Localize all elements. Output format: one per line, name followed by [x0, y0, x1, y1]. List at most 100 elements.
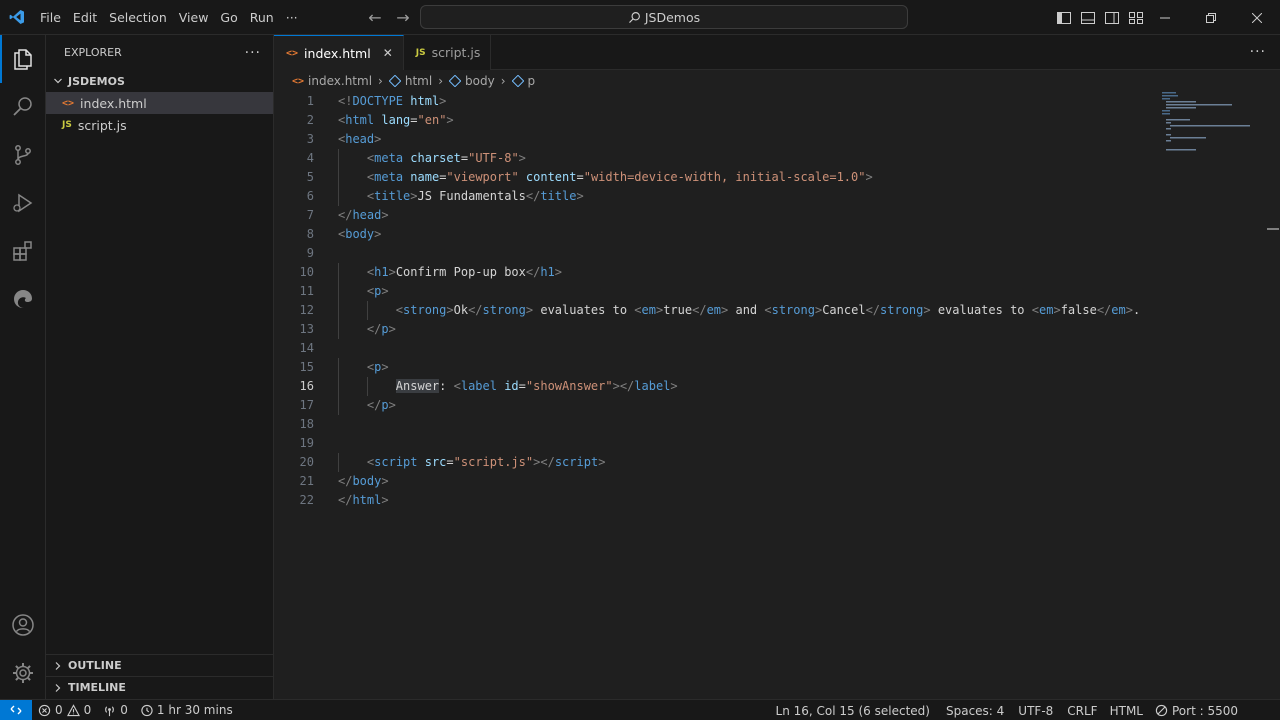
search-icon — [13, 97, 32, 116]
code-token: : — [439, 379, 454, 393]
code-line[interactable]: 3 <head> — [274, 130, 1280, 149]
manage-activity[interactable] — [0, 649, 46, 697]
ports-indicator[interactable]: 0 — [97, 700, 134, 720]
code-line[interactable]: 22 </html> — [274, 491, 1280, 510]
editor-more-actions[interactable]: ··· — [1250, 35, 1266, 70]
source-control-icon — [15, 145, 31, 165]
tab-script-js[interactable]: JS script.js — [403, 35, 492, 70]
breadcrumb-item-p[interactable]: p — [528, 74, 536, 88]
window-controls — [1142, 0, 1280, 35]
code-line[interactable]: 9 — [274, 244, 1280, 263]
run-debug-activity[interactable] — [0, 179, 46, 227]
code-line[interactable]: 7 </head> — [274, 206, 1280, 225]
code-editor[interactable]: 1 <!DOCTYPE html> 2 <html lang="en"> 3 <head>… — [274, 92, 1280, 510]
file-item-script-js[interactable]: JS script.js — [46, 114, 273, 136]
remote-indicator[interactable] — [0, 699, 32, 720]
code-line[interactable]: 21 </body> — [274, 472, 1280, 491]
code-line[interactable]: 6 <title>JS Fundamentals</title> — [274, 187, 1280, 206]
code-line[interactable]: 12 <strong>Ok</strong> evaluates to <em>… — [274, 301, 1280, 320]
breadcrumb-item-file[interactable]: index.html — [308, 74, 372, 88]
code-text: <body> — [338, 225, 381, 244]
toggle-panel-icon[interactable] — [1080, 10, 1096, 26]
code-line[interactable]: 4 <meta charset="UTF-8"> — [274, 149, 1280, 168]
code-token: lang — [381, 113, 411, 127]
outline-section[interactable]: OUTLINE — [46, 654, 274, 676]
restore-button[interactable] — [1188, 0, 1234, 35]
code-line[interactable]: 10 <h1>Confirm Pop-up box</h1> — [274, 263, 1280, 282]
menu-more[interactable]: ··· — [280, 0, 304, 35]
code-token: > — [439, 94, 447, 108]
code-token: > — [388, 398, 396, 412]
element-icon — [511, 75, 524, 87]
explorer-title: EXPLORER — [64, 46, 122, 59]
indentation[interactable]: Spaces: 4 — [936, 700, 1010, 720]
timeline-section[interactable]: TIMELINE — [46, 676, 274, 698]
live-server-icon — [1155, 704, 1168, 717]
code-line[interactable]: 14 — [274, 339, 1280, 358]
code-text: <!DOCTYPE html> — [338, 92, 446, 111]
code-line[interactable]: 19 — [274, 434, 1280, 453]
menu-selection[interactable]: Selection — [103, 0, 173, 35]
go-back-icon[interactable]: ← — [366, 8, 384, 27]
code-line[interactable]: 15 <p> — [274, 358, 1280, 377]
code-token: < — [634, 303, 642, 317]
time-tracker[interactable]: 1 hr 30 mins — [134, 700, 239, 720]
edge-devtools-activity[interactable] — [0, 275, 46, 323]
line-number: 3 — [306, 132, 314, 146]
code-line[interactable]: 11 <p> — [274, 282, 1280, 301]
code-token: title — [540, 189, 577, 203]
code-line[interactable]: 1 <!DOCTYPE html> — [274, 92, 1280, 111]
editor-tabs: <> index.html ✕ JS script.js ··· — [274, 35, 1280, 70]
menu-file[interactable]: File — [34, 0, 67, 35]
explorer-more-actions[interactable]: ··· — [245, 45, 261, 61]
source-control-activity[interactable] — [0, 131, 46, 179]
menu-edit[interactable]: Edit — [67, 0, 103, 35]
command-center-search[interactable]: JSDemos — [420, 5, 908, 29]
cursor-position[interactable]: Ln 16, Col 15 (6 selected) — [770, 700, 936, 720]
breadcrumb-item-body[interactable]: body — [465, 74, 495, 88]
menu-go[interactable]: Go — [214, 0, 243, 35]
accounts-activity[interactable] — [0, 601, 46, 649]
menu-bar: File Edit Selection View Go Run ··· — [34, 0, 304, 35]
live-server-port[interactable]: Port : 5500 — [1149, 700, 1280, 720]
menu-run[interactable]: Run — [244, 0, 280, 35]
breadcrumb-item-html[interactable]: html — [405, 74, 432, 88]
tab-index-html[interactable]: <> index.html ✕ — [274, 35, 404, 70]
code-token: id — [504, 379, 519, 393]
close-tab-icon[interactable]: ✕ — [383, 46, 393, 60]
file-item-index-html[interactable]: <> index.html — [46, 92, 273, 114]
toggle-primary-sidebar-icon[interactable] — [1056, 10, 1072, 26]
end-of-line[interactable]: CRLF — [1059, 700, 1103, 720]
encoding[interactable]: UTF-8 — [1010, 700, 1059, 720]
code-token: <! — [338, 94, 353, 108]
minimap[interactable] — [1162, 92, 1262, 152]
code-token: < — [764, 303, 772, 317]
code-line[interactable]: 17 </p> — [274, 396, 1280, 415]
code-line[interactable]: 2 <html lang="en"> — [274, 111, 1280, 130]
menu-view[interactable]: View — [173, 0, 215, 35]
remote-icon — [10, 705, 22, 715]
language-mode[interactable]: HTML — [1104, 700, 1149, 720]
go-forward-icon[interactable]: → — [394, 8, 412, 27]
explorer-activity[interactable] — [0, 35, 46, 83]
code-line[interactable]: 16 Answer: <label id="showAnswer"></labe… — [274, 377, 1280, 396]
code-token: "en" — [417, 113, 447, 127]
files-icon — [14, 49, 32, 70]
code-line[interactable]: 5 <meta name="viewport" content="width=d… — [274, 168, 1280, 187]
code-line[interactable]: 8 <body> — [274, 225, 1280, 244]
folder-jsdemos[interactable]: JSDEMOS — [46, 70, 273, 92]
code-token: </ — [525, 265, 541, 279]
extensions-activity[interactable] — [0, 227, 46, 275]
minimize-button[interactable] — [1142, 0, 1188, 35]
code-line[interactable]: 20 <script src="script.js"></script> — [274, 453, 1280, 472]
code-line[interactable]: 13 </p> — [274, 320, 1280, 339]
problems-indicator[interactable]: 0 0 — [32, 700, 97, 720]
html-file-icon: <> — [292, 75, 305, 87]
code-token: meta — [374, 170, 404, 184]
code-line[interactable]: 18 — [274, 415, 1280, 434]
close-window-button[interactable] — [1234, 0, 1280, 35]
line-number: 20 — [299, 455, 314, 469]
search-activity[interactable] — [0, 83, 46, 131]
toggle-secondary-sidebar-icon[interactable] — [1104, 10, 1120, 26]
